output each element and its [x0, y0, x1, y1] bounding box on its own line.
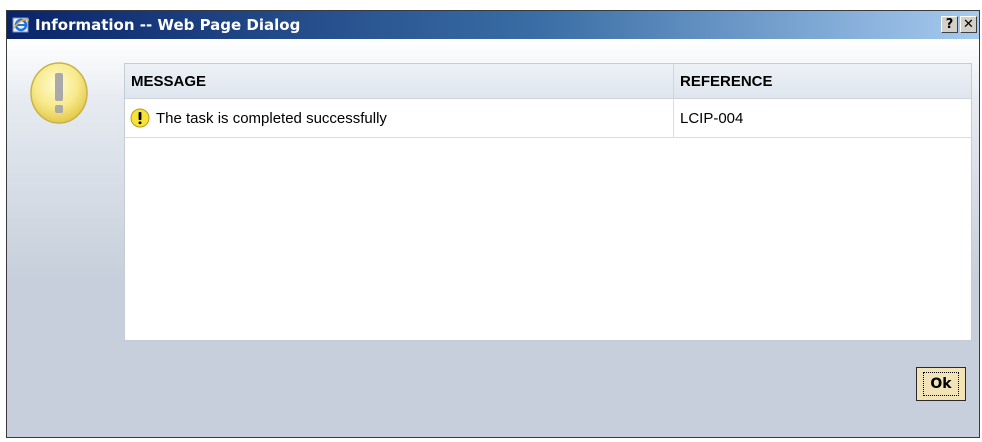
help-button[interactable]: ? — [941, 16, 958, 33]
close-button[interactable]: ✕ — [960, 16, 977, 33]
ok-button[interactable]: Ok — [916, 367, 966, 401]
ok-button-label: Ok — [923, 372, 959, 396]
column-header-reference: REFERENCE — [680, 72, 773, 90]
reference-cell: LCIP-004 — [680, 109, 744, 127]
table-header: MESSAGE REFERENCE — [125, 64, 971, 99]
table-row[interactable]: The task is completed successfully LCIP-… — [125, 99, 971, 138]
title-buttons: ? ✕ — [941, 16, 977, 33]
message-cell: The task is completed successfully — [125, 99, 674, 137]
message-table: MESSAGE REFERENCE The task is completed … — [124, 63, 972, 341]
dialog-window: Information -- Web Page Dialog ? ✕ MESSA… — [6, 10, 980, 438]
dialog-body: MESSAGE REFERENCE The task is completed … — [7, 39, 979, 437]
title-bar[interactable]: Information -- Web Page Dialog ? ✕ — [7, 11, 979, 39]
warning-icon — [29, 61, 89, 125]
message-text: The task is completed successfully — [156, 109, 387, 127]
column-header-message: MESSAGE — [125, 64, 674, 98]
warning-icon — [130, 108, 150, 128]
dialog-title: Information -- Web Page Dialog — [35, 16, 301, 34]
internet-explorer-icon — [11, 15, 31, 35]
